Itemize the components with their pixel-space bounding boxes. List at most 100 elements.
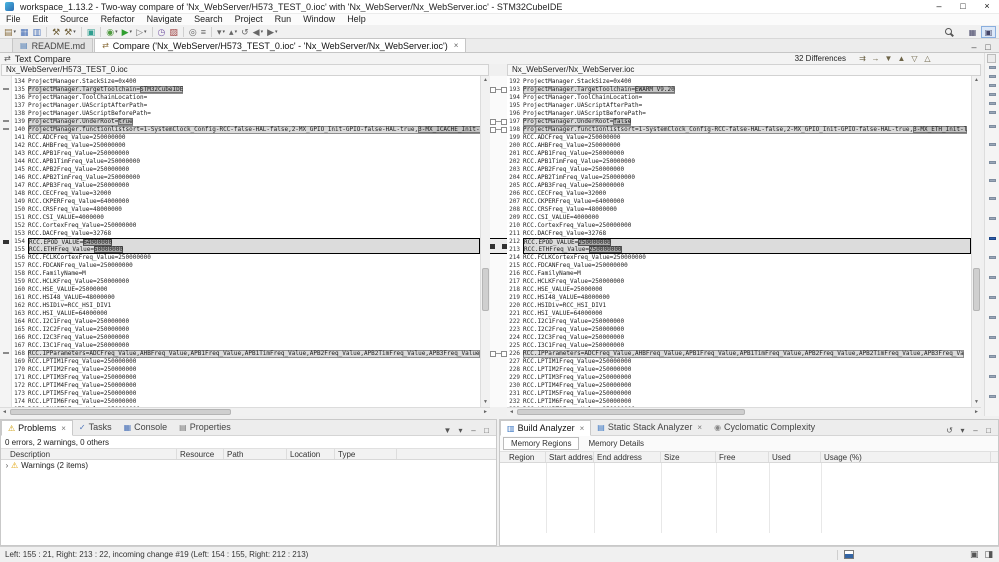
minimize-view-icon[interactable]: – (467, 426, 480, 435)
code-line[interactable]: 210RCC.CortexFreq_Value=250000000 (507, 222, 971, 230)
change-marker[interactable] (3, 240, 9, 244)
tab-close-icon[interactable]: × (697, 423, 702, 432)
maximize-view-icon[interactable]: □ (480, 426, 493, 435)
debug-icon[interactable]: ◉▾ (105, 26, 118, 38)
scroll-down-icon[interactable]: ▼ (481, 398, 490, 407)
next-change-icon[interactable]: ▽ (908, 54, 921, 63)
overview-change-marker[interactable] (989, 296, 996, 299)
code-line[interactable]: 139ProjectManager.UnderRoot=true (12, 118, 480, 126)
code-line[interactable]: 174RCC.LPTIM6Freq_Value=250000000 (12, 398, 480, 406)
overview-change-marker[interactable] (989, 75, 996, 78)
column-header[interactable]: Resource (177, 449, 224, 459)
code-line[interactable]: 203RCC.APB2Freq_Value=250000000 (507, 166, 971, 174)
maximize-button[interactable]: □ (951, 0, 975, 14)
code-line[interactable]: 150RCC.CRSFreq_Value=48000000 (12, 206, 480, 214)
menu-project[interactable]: Project (229, 14, 269, 25)
subtab-memory-regions[interactable]: Memory Regions (503, 437, 579, 450)
tab-close-icon[interactable]: × (454, 41, 459, 50)
view-tab-static-stack-analyzer[interactable]: ▤Static Stack Analyzer× (591, 419, 708, 435)
overview-change-marker[interactable] (989, 84, 996, 87)
filter-icon[interactable]: ▼ (441, 426, 454, 435)
code-line[interactable]: 221RCC.HSI_VALUE=64000000 (507, 310, 971, 318)
overview-change-marker[interactable] (989, 316, 996, 319)
code-line[interactable]: 220RCC.HSIDiv=RCC_HSI_DIV1 (507, 302, 971, 310)
view-menu-icon[interactable]: ▾ (454, 426, 467, 435)
scrollbar-thumb[interactable] (482, 268, 489, 311)
open-element-icon[interactable]: ◎ (188, 26, 198, 38)
expander-icon[interactable]: › (3, 461, 11, 470)
scroll-right-icon[interactable]: ► (972, 408, 981, 416)
code-line[interactable]: 232RCC.LPTIM6Freq_Value=250000000 (507, 398, 971, 406)
code-line[interactable]: 171RCC.LPTIM3Freq_Value=250000000 (12, 374, 480, 382)
notifications-icon[interactable]: ◨ (984, 549, 993, 560)
overview-change-marker[interactable] (989, 375, 996, 378)
code-line[interactable]: 224RCC.I2C3Freq_Value=250000000 (507, 334, 971, 342)
overview-change-marker[interactable] (989, 395, 996, 398)
code-line[interactable]: 206RCC.CECFreq_Value=32000 (507, 190, 971, 198)
code-line[interactable]: 205RCC.APB3Freq_Value=250000000 (507, 182, 971, 190)
overview-change-marker[interactable] (989, 102, 996, 105)
code-line[interactable]: 143RCC.APB1Freq_Value=250000000 (12, 150, 480, 158)
copy-current-left-to-right-icon[interactable]: → (869, 54, 882, 63)
minimize-view-icon[interactable]: – (969, 426, 982, 435)
code-line[interactable]: 223RCC.I2C2Freq_Value=250000000 (507, 326, 971, 334)
open-perspective-icon[interactable]: ▦ (965, 26, 980, 38)
change-marker[interactable] (3, 120, 9, 122)
code-line[interactable]: 173RCC.LPTIM5Freq_Value=250000000 (12, 390, 480, 398)
overview-change-marker[interactable] (989, 143, 996, 146)
scrollbar-thumb[interactable] (10, 409, 231, 415)
code-line[interactable]: 145RCC.APB2Freq_Value=250000000 (12, 166, 480, 174)
scroll-down-icon[interactable]: ▼ (972, 398, 981, 407)
code-line[interactable]: 213RCC.ETHFreq_Value=250000000 (507, 246, 971, 254)
subtab-memory-details[interactable]: Memory Details (581, 438, 651, 449)
code-line[interactable]: 142RCC.AHBFreq_Value=250000000 (12, 142, 480, 150)
code-line[interactable]: 227RCC.LPTIM1Freq_Value=250000000 (507, 358, 971, 366)
code-line[interactable]: 202RCC.APB1TimFreq_Value=250000000 (507, 158, 971, 166)
code-line[interactable]: 226RCC.IPParameters=ADCFreq_Value,AHBFre… (507, 350, 971, 358)
change-connector[interactable] (490, 353, 507, 354)
menu-source[interactable]: Source (54, 14, 95, 25)
code-line[interactable]: 195ProjectManager.UAScriptAfterPath= (507, 102, 971, 110)
maximize-view-icon[interactable]: □ (982, 426, 995, 435)
code-line[interactable]: 198ProjectManager.functionlistsort=1-Sys… (507, 126, 971, 134)
code-line[interactable]: 207RCC.CKPERFreq_Value=64000000 (507, 198, 971, 206)
column-header[interactable]: End address (594, 452, 661, 462)
minimize-button[interactable]: – (927, 0, 951, 14)
change-marker[interactable] (3, 128, 9, 130)
overview-change-marker[interactable] (989, 179, 996, 182)
save-icon[interactable]: ▦ (19, 26, 30, 38)
view-menu-icon[interactable]: ▾ (956, 426, 969, 435)
menu-window[interactable]: Window (297, 14, 341, 25)
right-horizontal-scrollbar[interactable]: ◄► (507, 407, 981, 416)
left-vertical-scrollbar[interactable]: ▲▼ (480, 76, 490, 407)
maximize-editor-icon[interactable]: □ (981, 42, 995, 52)
code-line[interactable]: 209RCC.CSI_VALUE=4000000 (507, 214, 971, 222)
code-line[interactable]: 229RCC.LPTIM3Freq_Value=250000000 (507, 374, 971, 382)
code-line[interactable]: 151RCC.CSI_VALUE=4000000 (12, 214, 480, 222)
build-all-icon[interactable]: ⚒ (51, 26, 61, 38)
previous-change-icon[interactable]: △ (921, 54, 934, 63)
close-button[interactable]: × (975, 0, 999, 14)
overview-change-marker[interactable] (989, 66, 996, 69)
code-line[interactable]: 204RCC.APB2TimFreq_Value=250000000 (507, 174, 971, 182)
view-tab-tasks[interactable]: ✓Tasks (73, 419, 118, 435)
next-annotation-icon[interactable]: ▾▾ (216, 26, 226, 38)
run-icon[interactable]: ▶▾ (121, 26, 133, 38)
code-line[interactable]: 230RCC.LPTIM4Freq_Value=250000000 (507, 382, 971, 390)
code-line[interactable]: 164RCC.I2C1Freq_Value=250000000 (12, 318, 480, 326)
code-line[interactable]: 215RCC.FDCANFreq_Value=250000000 (507, 262, 971, 270)
column-header[interactable]: Usage (%) (821, 452, 991, 462)
code-line[interactable]: 135ProjectManager.TargetToolchain=STM32C… (12, 86, 480, 94)
code-line[interactable]: 163RCC.HSI_VALUE=64000000 (12, 310, 480, 318)
column-header[interactable]: Size (661, 452, 716, 462)
progress-indicator[interactable] (844, 550, 854, 559)
code-line[interactable]: 144RCC.APB1TimFreq_Value=250000000 (12, 158, 480, 166)
code-line[interactable]: 161RCC.HSI48_VALUE=48000000 (12, 294, 480, 302)
view-tab-properties[interactable]: ▤Properties (173, 419, 237, 435)
menu-run[interactable]: Run (269, 14, 298, 25)
code-line[interactable]: 157RCC.FDCANFreq_Value=250000000 (12, 262, 480, 270)
editor-tab[interactable]: ▤README.md (12, 38, 93, 52)
scroll-up-icon[interactable]: ▲ (972, 76, 981, 85)
overview-menu-icon[interactable] (987, 54, 996, 63)
right-vertical-scrollbar[interactable]: ▲▼ (971, 76, 981, 407)
